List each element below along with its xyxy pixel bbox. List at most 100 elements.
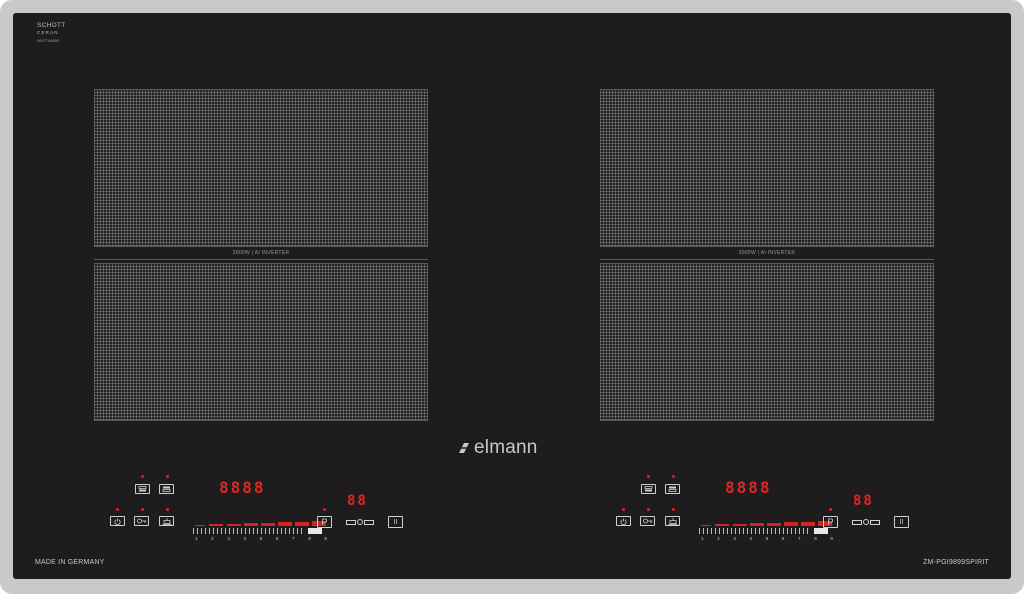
pot-icon — [668, 517, 677, 525]
indicator-dot — [647, 508, 650, 511]
zone-select-top-button[interactable] — [641, 484, 656, 494]
indicator-dot — [647, 475, 650, 478]
lock-button[interactable] — [134, 516, 149, 526]
model-text: ZM-PGI9899SPIRIT — [923, 559, 989, 566]
zone-right-bottom[interactable] — [600, 263, 934, 421]
timer-minus-icon — [852, 519, 862, 525]
power-level-bar — [701, 525, 711, 526]
zone-left-label: 3000W | AI INVERTER — [232, 250, 290, 256]
power-level-bar — [733, 524, 747, 526]
glass-surface: SCHOTT CERAN 0697766899 3000W | AI INVER… — [13, 13, 1011, 579]
indicator-dot — [829, 508, 832, 511]
slider-thumb[interactable] — [308, 528, 322, 534]
indicator-dot — [672, 475, 675, 478]
boost-label: P — [827, 517, 834, 527]
zone-select-bottom-button[interactable] — [159, 484, 174, 494]
serial-text: 0697766899 — [37, 38, 60, 43]
pot-icon — [162, 517, 171, 525]
indicator-dot — [323, 508, 326, 511]
indicator-dot — [141, 508, 144, 511]
zone-bottom-icon — [668, 486, 677, 492]
control-panel-left: 8888 88 1 2 3 4 5 6 7 8 9 P II — [110, 472, 410, 542]
keep-warm-button[interactable] — [665, 516, 680, 526]
power-level-bar — [801, 522, 815, 526]
power-scale: 1 2 3 4 5 6 7 8 9 — [195, 536, 327, 541]
made-in-text: MADE IN GERMANY — [35, 559, 105, 566]
timer-plus-icon — [364, 519, 374, 525]
pause-label: II — [393, 518, 398, 526]
timer-plus-icon — [870, 519, 880, 525]
zone-select-top-button[interactable] — [135, 484, 150, 494]
power-level-bar — [209, 524, 223, 526]
scale-num: 2 — [717, 536, 720, 541]
slider-ticks — [699, 528, 811, 534]
schott-text: SCHOTT — [37, 22, 66, 29]
power-level-bar — [295, 522, 309, 526]
scale-num: 5 — [765, 536, 769, 541]
scale-num: 4 — [243, 536, 247, 541]
timer-controls[interactable] — [346, 519, 374, 525]
ceran-text: CERAN — [37, 29, 59, 35]
key-icon — [642, 518, 652, 524]
scale-num: 9 — [830, 536, 833, 541]
power-level-bar — [767, 523, 781, 526]
pause-label: II — [899, 518, 904, 526]
cooktop-frame: SCHOTT CERAN 0697766899 3000W | AI INVER… — [0, 0, 1024, 594]
timer-display: 88 — [853, 493, 874, 509]
power-button[interactable] — [616, 516, 631, 526]
indicator-dot — [116, 508, 119, 511]
pause-button[interactable]: II — [894, 516, 909, 528]
scale-num: 6 — [275, 536, 279, 541]
zone-right-top[interactable] — [600, 89, 934, 247]
brand-logo: elmann — [456, 437, 538, 459]
scale-num: 7 — [292, 536, 295, 541]
power-slider[interactable] — [193, 528, 325, 536]
timer-display: 88 — [347, 493, 368, 509]
scale-num: 6 — [781, 536, 785, 541]
power-level-bar — [750, 523, 764, 526]
indicator-dot — [166, 508, 169, 511]
zone-right-divider — [600, 259, 934, 260]
scale-num: 1 — [195, 536, 198, 541]
power-icon — [620, 517, 627, 525]
slider-thumb[interactable] — [814, 528, 828, 534]
clock-icon — [357, 519, 363, 525]
control-panel-right: 8888 88 1 2 3 4 5 6 7 8 9 P II — [616, 472, 916, 542]
timer-controls[interactable] — [852, 519, 880, 525]
power-level-bar — [195, 525, 205, 526]
power-button[interactable] — [110, 516, 125, 526]
power-display: 8888 — [725, 478, 772, 497]
power-slider[interactable] — [699, 528, 831, 536]
indicator-dot — [141, 475, 144, 478]
power-level-bar — [227, 524, 241, 526]
indicator-dot — [622, 508, 625, 511]
zone-left-divider — [94, 259, 428, 260]
boost-button[interactable]: P — [823, 516, 838, 528]
pause-button[interactable]: II — [388, 516, 403, 528]
scale-num: 8 — [814, 536, 817, 541]
timer-minus-icon — [346, 519, 356, 525]
scale-num: 4 — [749, 536, 753, 541]
lock-button[interactable] — [640, 516, 655, 526]
key-icon — [136, 518, 146, 524]
power-level-bar — [278, 522, 292, 526]
indicator-dot — [672, 508, 675, 511]
power-icon — [114, 517, 121, 525]
scale-num: 7 — [798, 536, 801, 541]
boost-label: P — [321, 517, 328, 527]
scale-num: 1 — [701, 536, 704, 541]
zone-left-bottom[interactable] — [94, 263, 428, 421]
power-level-bar — [244, 523, 258, 526]
scale-num: 9 — [324, 536, 327, 541]
zone-right-label: 3000W | AI INVERTER — [738, 250, 796, 256]
indicator-dot — [166, 475, 169, 478]
zone-left-top[interactable] — [94, 89, 428, 247]
slider-ticks — [193, 528, 305, 534]
boost-button[interactable]: P — [317, 516, 332, 528]
logo-text: elmann — [474, 437, 538, 458]
zone-select-bottom-button[interactable] — [665, 484, 680, 494]
scale-num: 5 — [259, 536, 263, 541]
keep-warm-button[interactable] — [159, 516, 174, 526]
clock-icon — [863, 519, 869, 525]
power-scale: 1 2 3 4 5 6 7 8 9 — [701, 536, 833, 541]
